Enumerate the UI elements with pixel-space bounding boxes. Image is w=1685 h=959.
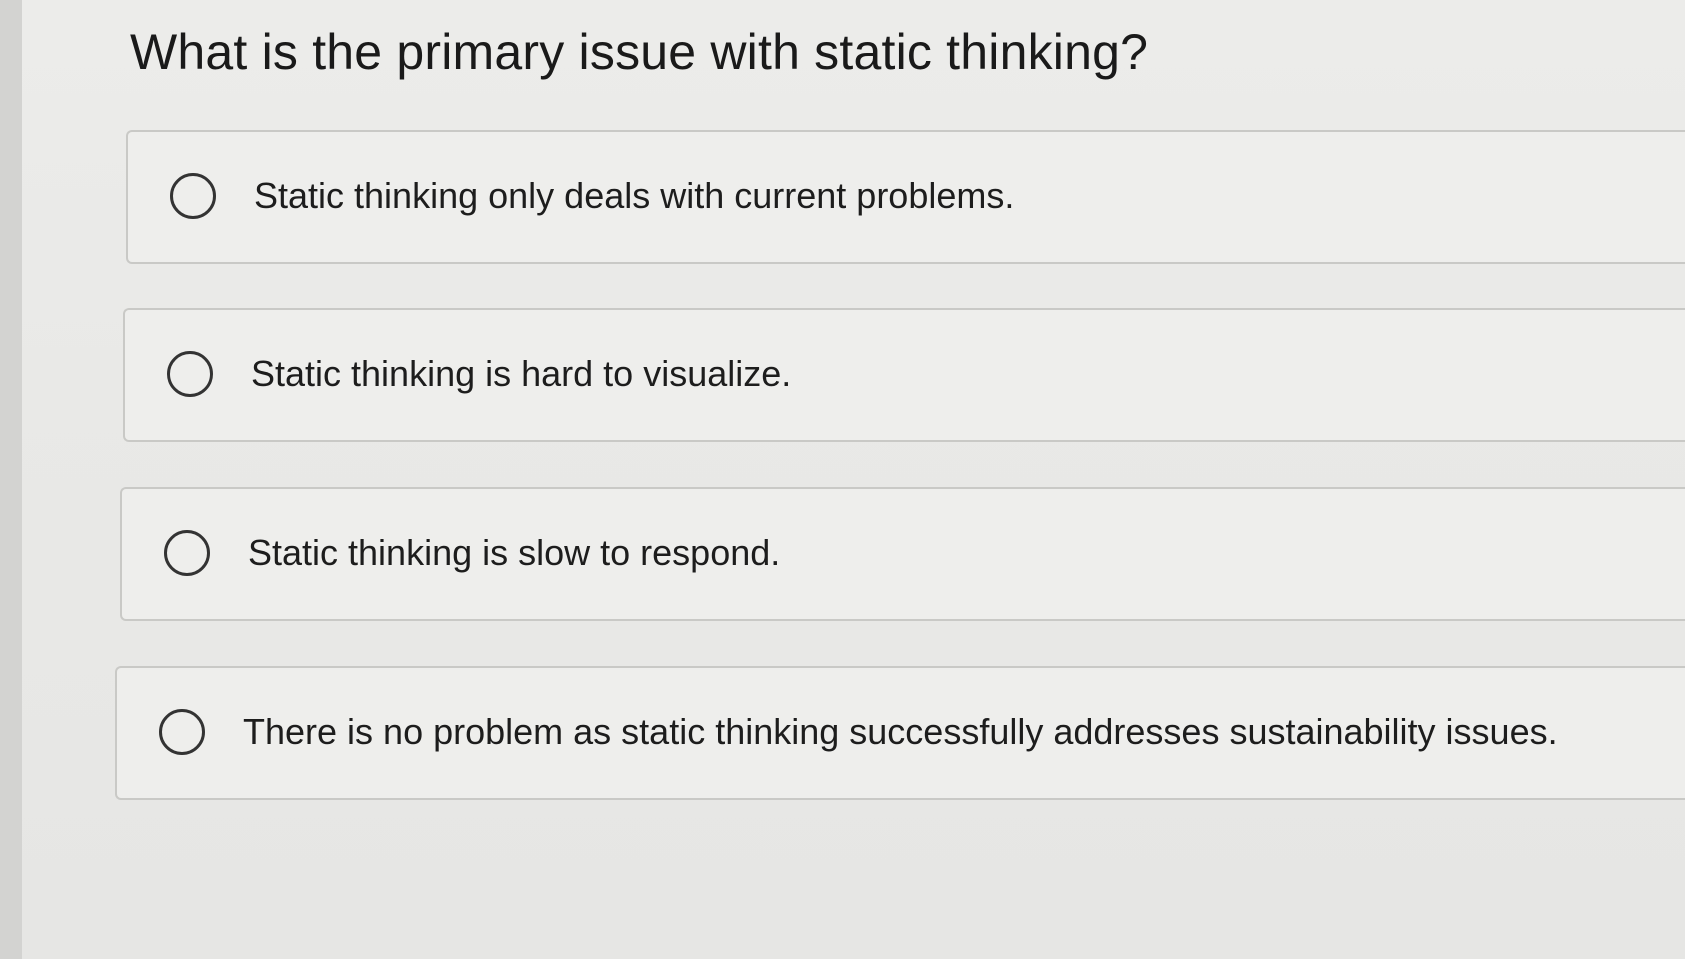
quiz-screen: What is the primary issue with static th… (22, 0, 1685, 959)
answer-option-2[interactable]: Static thinking is hard to visualize. (123, 308, 1685, 442)
answer-option-label: Static thinking is hard to visualize. (251, 353, 792, 394)
answer-option-label: Static thinking is slow to respond. (248, 532, 781, 573)
answer-option-4[interactable]: There is no problem as static thinking s… (115, 666, 1685, 800)
radio-button-icon[interactable] (159, 709, 205, 755)
radio-button-icon[interactable] (170, 173, 216, 219)
answer-option-label: Static thinking only deals with current … (254, 175, 1015, 216)
answer-option-3[interactable]: Static thinking is slow to respond. (120, 487, 1685, 621)
radio-button-icon[interactable] (164, 530, 210, 576)
radio-button-icon[interactable] (167, 351, 213, 397)
answer-option-label: There is no problem as static thinking s… (243, 711, 1558, 752)
question-text: What is the primary issue with static th… (130, 24, 1149, 80)
answer-option-1[interactable]: Static thinking only deals with current … (126, 130, 1685, 264)
